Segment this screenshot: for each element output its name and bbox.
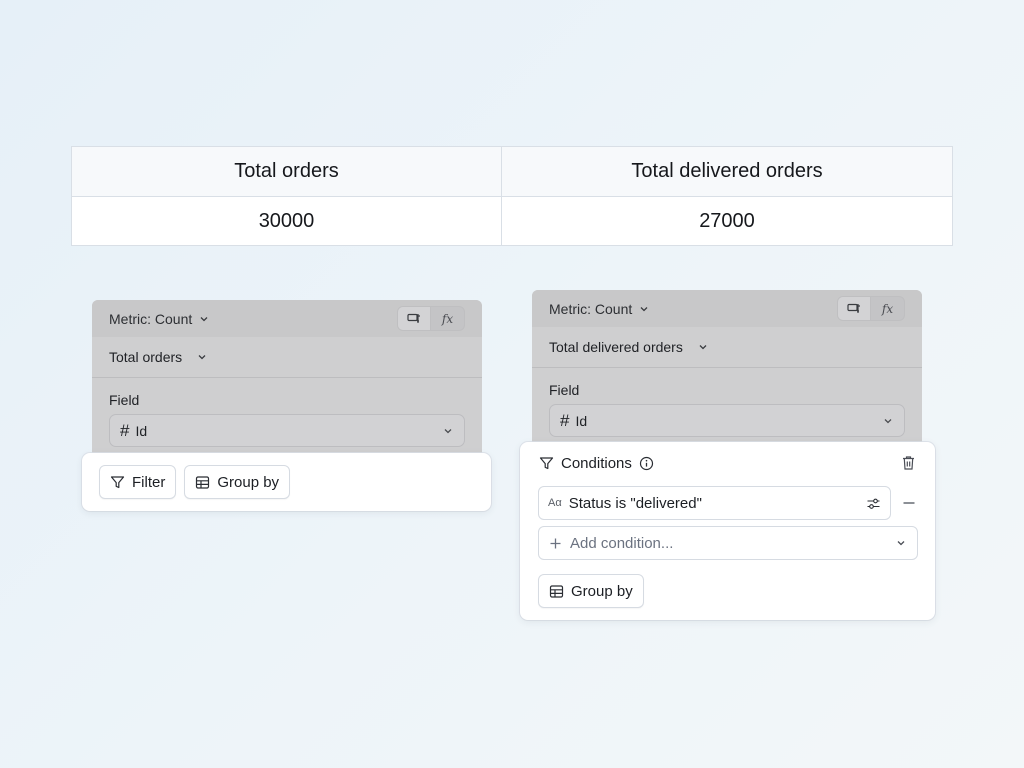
value-total-orders: 30000 <box>72 197 502 246</box>
formula-icon[interactable]: fx <box>871 297 904 320</box>
metric-type-label: Metric: Count <box>109 310 193 327</box>
chevron-down-icon <box>895 537 907 549</box>
value-total-delivered-orders: 27000 <box>699 210 755 232</box>
metric-type-dropdown[interactable]: Metric: Count <box>549 301 650 317</box>
group-by-button[interactable]: Group by <box>538 574 644 608</box>
visual-mode-icon[interactable] <box>838 297 871 320</box>
metric-name-label: Total orders <box>109 349 183 365</box>
filter-button[interactable]: Filter <box>99 465 177 499</box>
chevron-down-icon <box>198 313 210 325</box>
sliders-icon[interactable] <box>866 496 881 511</box>
metric-card-total-delivered-orders: Metric: Count fx Total delivered orders … <box>532 290 922 450</box>
number-type-icon: # <box>120 420 130 440</box>
field-value: Id <box>575 412 588 429</box>
card-header: Metric: Count fx <box>532 290 922 327</box>
metric-name-dropdown[interactable]: Total delivered orders <box>532 327 922 368</box>
add-condition-select[interactable]: Add condition... <box>538 526 918 560</box>
field-label: Field <box>109 392 140 408</box>
chevron-down-icon <box>882 415 894 427</box>
mode-toggle: fx <box>397 306 465 331</box>
add-condition-placeholder: Add condition... <box>570 534 674 552</box>
condition-row[interactable]: Aα Status is "delivered" <box>538 486 891 520</box>
header-total-orders: Total orders <box>72 147 502 197</box>
field-select[interactable]: # Id <box>109 414 465 447</box>
summary-table: Total orders Total delivered orders 3000… <box>71 146 953 246</box>
table-icon <box>549 584 564 599</box>
chevron-down-icon <box>638 303 650 315</box>
card-header: Metric: Count fx <box>92 300 482 337</box>
formula-icon[interactable]: fx <box>431 307 464 330</box>
field-value: Id <box>135 422 148 439</box>
group-by-button-label: Group by <box>571 582 633 600</box>
group-by-button[interactable]: Group by <box>184 465 291 499</box>
number-type-icon: # <box>560 410 570 430</box>
filter-icon <box>110 475 125 490</box>
conditions-title: Conditions <box>561 454 632 472</box>
field-label: Field <box>549 382 580 398</box>
chevron-down-icon <box>442 425 454 437</box>
filter-icon <box>539 456 554 471</box>
remove-condition-icon[interactable] <box>902 496 916 510</box>
visual-mode-icon[interactable] <box>398 307 431 330</box>
filter-button-label: Filter <box>132 473 166 491</box>
trash-icon[interactable] <box>901 455 916 471</box>
metric-type-dropdown[interactable]: Metric: Count <box>109 311 210 327</box>
condition-text: Status is "delivered" <box>568 494 702 512</box>
metric-name-label: Total delivered orders <box>549 339 683 355</box>
canvas: Total orders Total delivered orders 3000… <box>0 0 1024 768</box>
text-type-icon: Aα <box>548 497 562 509</box>
metric-card-total-orders: Metric: Count fx Total orders Field # Id <box>92 300 482 460</box>
conditions-panel: Conditions Aα Status is "delivered" Add … <box>520 442 935 620</box>
metric-type-label: Metric: Count <box>549 300 633 317</box>
chevron-down-icon <box>697 341 709 353</box>
filter-groupby-panel: Filter Group by <box>82 453 491 511</box>
mode-toggle: fx <box>837 296 905 321</box>
metric-name-dropdown[interactable]: Total orders <box>92 337 482 378</box>
conditions-header: Conditions <box>520 442 935 484</box>
table-icon <box>195 475 210 490</box>
plus-icon <box>549 537 562 550</box>
info-icon[interactable] <box>639 456 654 471</box>
field-select[interactable]: # Id <box>549 404 905 437</box>
header-total-delivered-orders: Total delivered orders <box>502 147 952 197</box>
chevron-down-icon <box>196 351 208 363</box>
group-by-button-label: Group by <box>217 473 280 491</box>
